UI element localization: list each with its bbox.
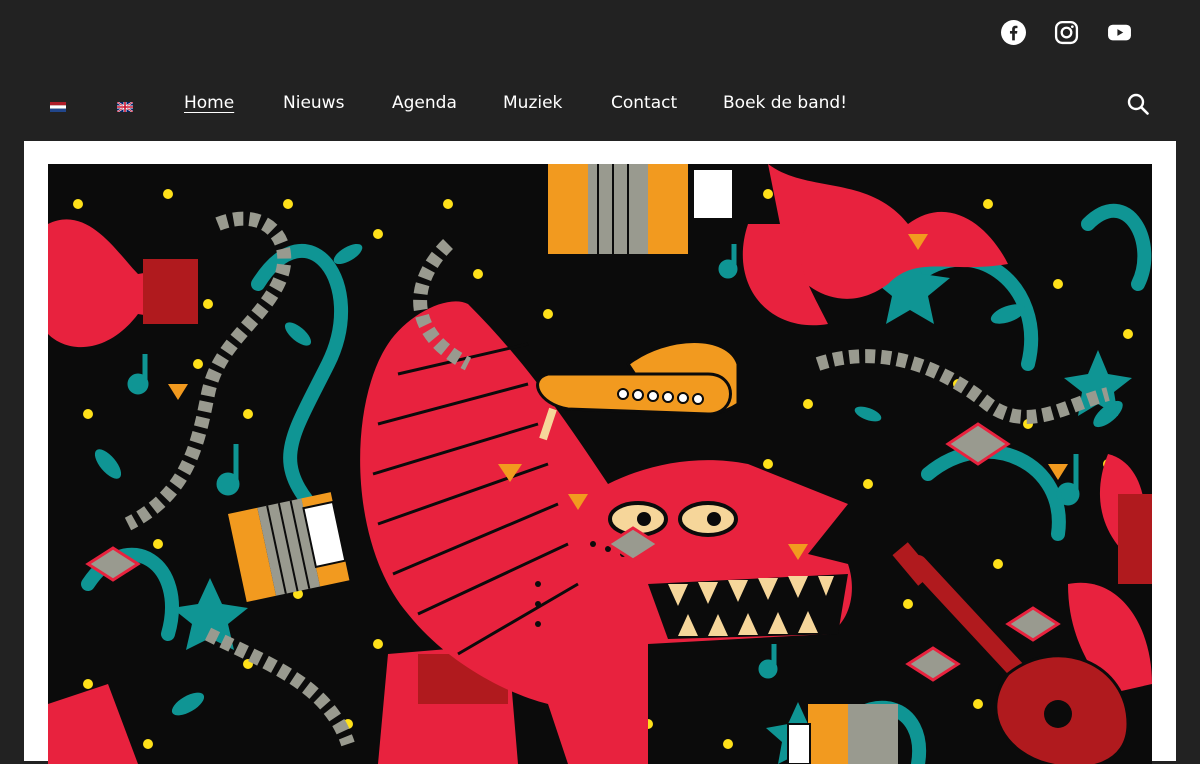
social-links [1001,20,1132,45]
nav-item-boek-de-band[interactable]: Boek de band! [723,93,847,113]
instagram-link[interactable] [1054,20,1079,45]
hero-illustration [48,164,1152,764]
nav-item-agenda[interactable]: Agenda [392,93,457,113]
alligator-artwork-image [48,164,1152,764]
nav-item-nieuws[interactable]: Nieuws [283,93,344,113]
search-icon [1127,93,1149,115]
dutch-flag-icon [50,102,66,112]
language-nl[interactable] [50,97,66,112]
content-panel [24,141,1176,764]
facebook-icon [1001,20,1026,45]
youtube-icon [1108,24,1131,41]
main-navigation: Home Nieuws Agenda Muziek Contact Boek d… [0,70,1200,140]
language-en[interactable] [116,97,134,113]
nav-item-contact[interactable]: Contact [611,93,677,113]
instagram-icon [1054,20,1079,45]
top-bar [0,0,1200,70]
facebook-link[interactable] [1001,20,1026,45]
search-button[interactable] [1126,92,1150,116]
uk-flag-icon [116,101,134,113]
nav-item-home[interactable]: Home [184,93,234,113]
nav-item-muziek[interactable]: Muziek [503,93,562,113]
youtube-link[interactable] [1107,20,1132,45]
